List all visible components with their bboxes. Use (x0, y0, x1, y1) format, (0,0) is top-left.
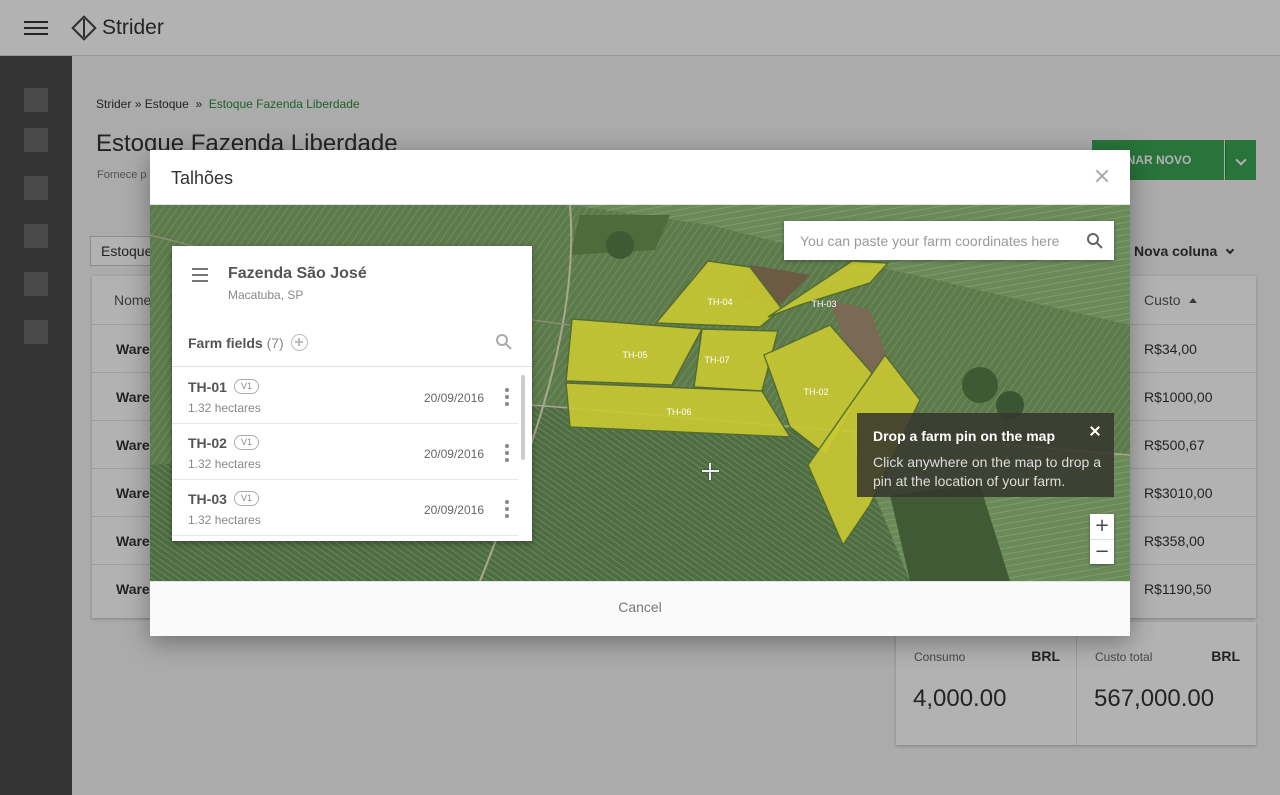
field-area: 1.32 hectares (188, 401, 261, 415)
field-name: TH-02 (188, 435, 227, 451)
farm-panel: Fazenda São José Macatuba, SP Farm field… (172, 246, 532, 541)
field-version-badge: V1 (234, 435, 260, 450)
field-name: TH-01 (188, 379, 227, 395)
crosshair-cursor-icon (702, 463, 719, 480)
field-list-item[interactable]: TH-02 V1 1.32 hectares 20/09/2016 (172, 424, 518, 480)
field-list-scrollbar[interactable] (521, 375, 525, 460)
modal-footer: Cancel (150, 581, 1130, 636)
tooltip-title: Drop a farm pin on the map (873, 428, 1056, 444)
satellite-map[interactable]: TH-04 TH-03 TH-05 TH-07 TH-02 TH-06 Faze… (150, 205, 1130, 581)
farm-fields-header: Farm fields (7) (172, 321, 532, 367)
modal-header: Talhões (150, 150, 1130, 205)
field-date: 20/09/2016 (423, 447, 484, 461)
map-label-th06: TH-06 (666, 407, 691, 417)
field-list-item[interactable]: TH-03 V1 1.32 hectares 20/09/2016 (172, 480, 518, 536)
modal-title: Talhões (171, 168, 234, 188)
more-vert-icon[interactable] (505, 500, 509, 518)
farm-fields-label: Farm fields (188, 335, 263, 351)
close-icon[interactable] (1093, 167, 1111, 185)
search-icon[interactable] (1086, 232, 1104, 250)
field-date: 20/09/2016 (423, 391, 484, 405)
map-label-th07: TH-07 (704, 355, 729, 365)
map-label-th04: TH-04 (707, 297, 732, 307)
farm-location: Macatuba, SP (228, 288, 304, 302)
map-label-th03: TH-03 (811, 299, 836, 309)
drop-pin-tooltip: Drop a farm pin on the map Click anywher… (857, 413, 1114, 497)
zoom-controls: + − (1090, 514, 1114, 564)
field-area: 1.32 hectares (188, 513, 261, 527)
farm-fields-count: (7) (266, 335, 284, 351)
zoom-out-button[interactable]: − (1090, 539, 1114, 564)
map-label-th02: TH-02 (803, 387, 828, 397)
tooltip-body: Click anywhere on the map to drop a pin … (873, 454, 1102, 489)
close-icon[interactable] (1089, 425, 1101, 437)
more-vert-icon[interactable] (505, 388, 509, 406)
farm-fields-title: Farm fields (7) (188, 335, 284, 351)
coordinates-search-box (784, 221, 1114, 260)
field-version-badge: V1 (234, 379, 260, 394)
field-name: TH-03 (188, 491, 227, 507)
farm-name: Fazenda São José (228, 265, 367, 282)
cancel-button[interactable]: Cancel (605, 599, 675, 615)
field-list-item[interactable]: TH-01 V1 1.32 hectares 20/09/2016 (172, 368, 518, 424)
farm-menu-icon[interactable] (192, 268, 208, 282)
add-field-icon[interactable] (291, 334, 308, 351)
search-icon[interactable] (495, 333, 513, 351)
map-label-th05: TH-05 (622, 350, 647, 360)
more-vert-icon[interactable] (505, 444, 509, 462)
coordinates-search-input[interactable] (784, 221, 1074, 260)
field-area: 1.32 hectares (188, 457, 261, 471)
fields-modal: Talhões TH-04 TH-03 TH-05 TH-07 TH-02 TH… (150, 150, 1130, 636)
zoom-in-button[interactable]: + (1090, 514, 1114, 539)
field-date: 20/09/2016 (423, 503, 484, 517)
field-version-badge: V1 (234, 491, 260, 506)
